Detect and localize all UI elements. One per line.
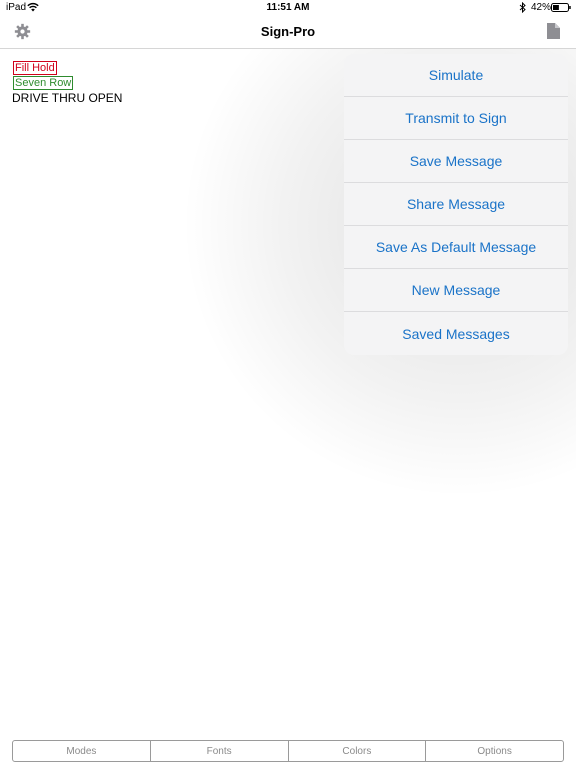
bluetooth-icon: [519, 2, 526, 13]
mode-tag-seven-row: Seven Row: [13, 76, 74, 90]
document-icon[interactable]: [547, 23, 560, 39]
message-text: DRIVE THRU OPEN: [12, 91, 123, 105]
battery-icon: [551, 3, 571, 12]
menu-item-share-message[interactable]: Share Message: [344, 183, 568, 226]
menu-item-save-as-default[interactable]: Save As Default Message: [344, 226, 568, 269]
navigation-bar: Sign-Pro: [0, 16, 576, 49]
status-bar: iPad 11:51 AM 42%: [0, 0, 576, 16]
menu-item-new-message[interactable]: New Message: [344, 269, 568, 312]
status-time: 11:51 AM: [266, 2, 310, 13]
mode-tag-fill-hold: Fill Hold: [13, 61, 57, 75]
message-preview: Fill Hold Seven Row DRIVE THRU OPEN: [12, 60, 122, 105]
menu-item-save-message[interactable]: Save Message: [344, 140, 568, 183]
segment-fonts[interactable]: Fonts: [151, 741, 289, 761]
actions-popover: Simulate Transmit to Sign Save Message S…: [344, 54, 568, 355]
page-title: Sign-Pro: [260, 24, 316, 39]
segment-colors[interactable]: Colors: [289, 741, 427, 761]
battery-percent: 42%: [531, 2, 552, 13]
bottom-segmented-control: Modes Fonts Colors Options: [12, 740, 564, 762]
menu-item-saved-messages[interactable]: Saved Messages: [344, 312, 568, 355]
segment-options[interactable]: Options: [426, 741, 563, 761]
menu-item-simulate[interactable]: Simulate: [344, 54, 568, 97]
segment-modes[interactable]: Modes: [13, 741, 151, 761]
menu-item-transmit-to-sign[interactable]: Transmit to Sign: [344, 97, 568, 140]
